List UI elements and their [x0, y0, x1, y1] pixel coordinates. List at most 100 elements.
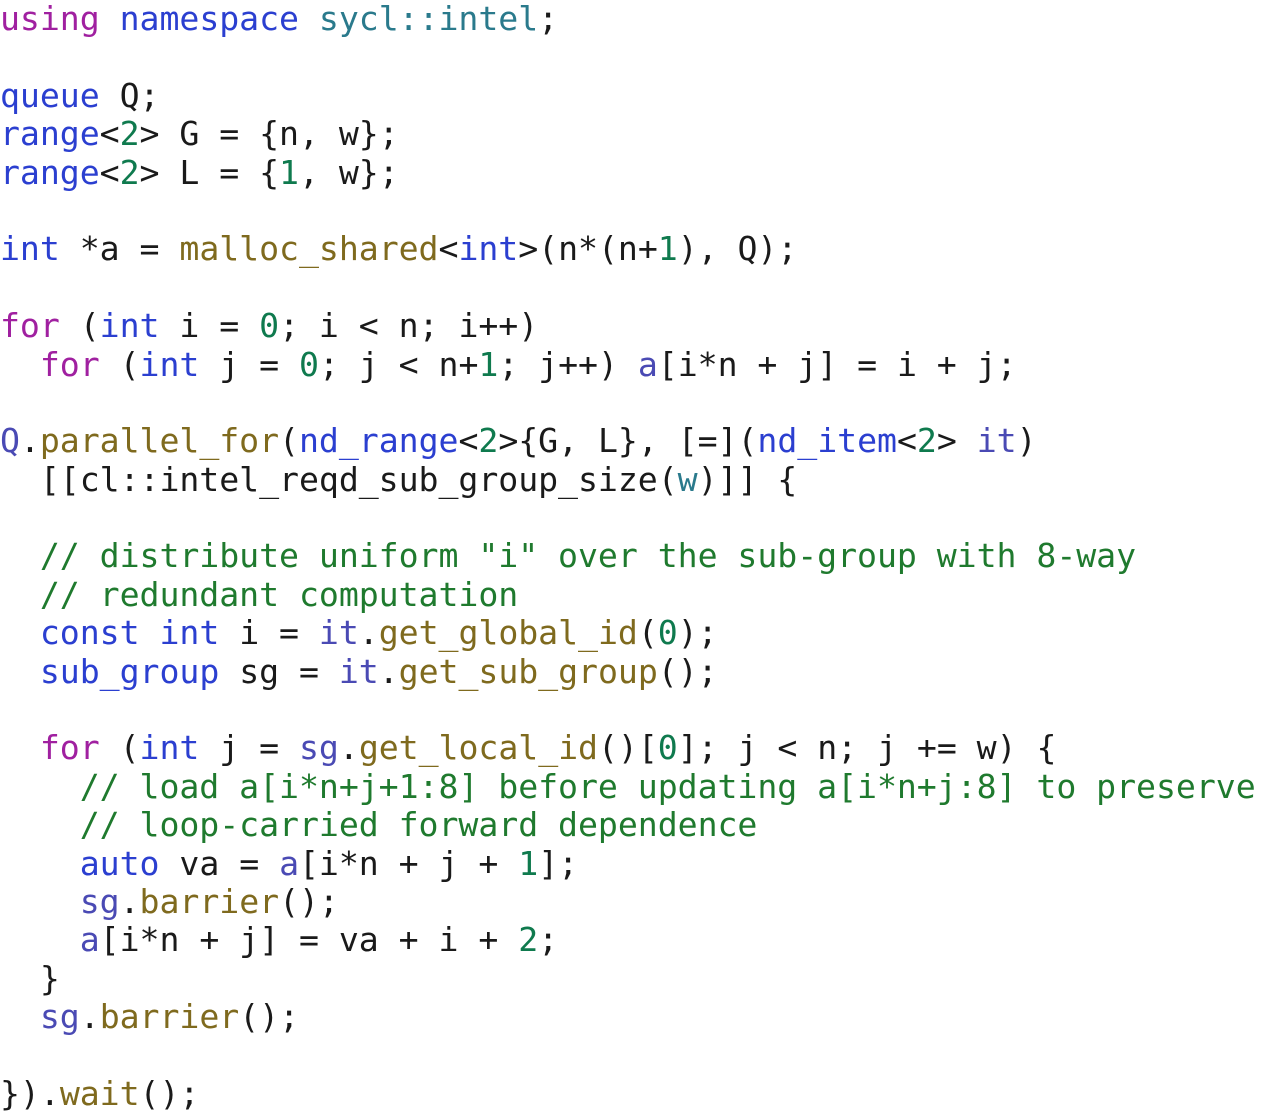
code-token-num: 0 — [657, 728, 678, 768]
code-token-plain: < — [99, 114, 120, 154]
code-body: using namespace sycl::intel; queue Q;ran… — [0, 0, 1263, 1113]
code-token-type: int — [139, 728, 200, 768]
code-token-comment: // distribute uniform "i" over the sub-g… — [0, 536, 1137, 576]
code-token-type: range — [0, 152, 100, 192]
code-token-var: it — [338, 651, 379, 691]
code-token-type: int — [0, 229, 60, 269]
code-token-kw: for — [39, 344, 100, 384]
code-token-plain: . — [338, 728, 359, 768]
code-token-ns: sycl::intel — [318, 0, 539, 38]
code-token-plain: ( — [59, 306, 100, 346]
code-line: queue Q; — [0, 75, 1263, 115]
code-token-plain: ( — [99, 728, 140, 768]
code-token-plain: [i*n + j] = va + i + — [99, 920, 519, 960]
code-token-plain: (); — [657, 651, 718, 691]
code-token-fn: get_sub_group — [398, 651, 658, 691]
code-token-comment: // redundant computation — [0, 574, 519, 614]
code-token-plain: ) — [1016, 421, 1037, 461]
code-token-var: a — [79, 920, 100, 960]
code-token-var: sg — [79, 881, 120, 921]
code-token-num: 2 — [916, 421, 937, 461]
code-token-num: 1 — [518, 843, 539, 883]
code-token-plain: i = — [159, 306, 260, 346]
code-line: } — [0, 958, 1263, 998]
code-token-plain: < — [458, 421, 479, 461]
code-token-var: Q — [0, 421, 20, 461]
code-token-plain: . — [19, 421, 40, 461]
code-token-num: 2 — [119, 152, 140, 192]
code-token-type: int — [99, 306, 160, 346]
code-token-plain: [[cl::intel_reqd_sub_group_size( — [0, 459, 678, 499]
code-line: a[i*n + j] = va + i + 2; — [0, 921, 1263, 959]
code-token-plain: [i*n + j + — [299, 843, 519, 883]
code-token-num: 2 — [478, 421, 499, 461]
code-token-plain: . — [119, 881, 140, 921]
code-token-plain: < — [438, 229, 459, 269]
code-token-type: nd_range — [298, 421, 459, 461]
code-token-plain: ; j < n+ — [318, 344, 479, 384]
code-token-plain: }) — [0, 1073, 40, 1113]
code-token-plain: . — [39, 1073, 60, 1113]
code-token-comment: // load a[i*n+j+1:8] before updating a[i… — [0, 766, 1256, 806]
code-line: for (int j = sg.get_local_id()[0]; j < n… — [0, 729, 1263, 767]
code-token-plain: . — [358, 613, 379, 653]
code-line: // load a[i*n+j+1:8] before updating a[i… — [0, 766, 1263, 806]
code-token-ns: w — [677, 459, 698, 499]
code-line: range<2> L = {1, w}; — [0, 152, 1263, 192]
code-token-plain: . — [378, 651, 399, 691]
code-token-num: 2 — [119, 114, 140, 154]
code-token-plain: [i*n + j] = i + j; — [657, 344, 1017, 384]
code-token-plain: Q; — [99, 75, 160, 115]
code-token-plain: (); — [279, 881, 339, 921]
code-line: }).wait(); — [0, 1073, 1263, 1113]
code-token-plain: >{G, L}, [=]( — [498, 421, 758, 461]
code-token-comment: // loop-carried forward dependence — [0, 805, 758, 845]
code-token-num: 1 — [279, 152, 299, 192]
code-line: using namespace sycl::intel; — [0, 0, 1263, 38]
code-token-num: 0 — [657, 613, 678, 653]
code-token-var: it — [976, 421, 1017, 461]
code-line: const int i = it.get_global_id(0); — [0, 614, 1263, 652]
code-token-type: int — [458, 229, 519, 269]
code-token-plain: ]; j < n; j += w) { — [677, 728, 1057, 768]
code-token-fn: wait — [59, 1073, 140, 1113]
code-token-plain: < — [99, 152, 120, 192]
code-token-plain: . — [79, 997, 100, 1037]
code-token-plain: i = — [219, 613, 319, 653]
code-token-plain: )]] { — [697, 459, 798, 499]
code-token-fn: malloc_shared — [179, 229, 439, 269]
code-token-plain: ; j++) — [498, 344, 638, 384]
code-token-plain: (); — [139, 1073, 200, 1113]
code-token-plain: ; i < n; i++) — [279, 306, 539, 346]
code-token-plain: > L = { — [139, 152, 280, 192]
code-token-num: 1 — [478, 344, 499, 384]
code-token-plain: } — [0, 958, 60, 998]
code-line: for (int j = 0; j < n+1; j++) a[i*n + j]… — [0, 344, 1263, 384]
code-token-fn: get_global_id — [378, 613, 638, 653]
code-token-plain: >(n*(n+ — [518, 229, 658, 269]
code-line: Q.parallel_for(nd_range<2>{G, L}, [=](nd… — [0, 422, 1263, 460]
code-token-type: auto — [79, 843, 160, 883]
code-token-plain: > G = {n, w}; — [139, 114, 399, 154]
code-token-plain: *a = — [59, 229, 180, 269]
code-token-type: namespace — [119, 0, 299, 38]
code-token-type: queue — [0, 75, 100, 115]
code-token-plain: > — [936, 421, 977, 461]
code-token-num: 0 — [259, 306, 280, 346]
code-line: // redundant computation — [0, 574, 1263, 614]
code-token-plain: ), Q); — [677, 229, 798, 269]
code-line: auto va = a[i*n + j + 1]; — [0, 843, 1263, 883]
code-line: sub_group sg = it.get_sub_group(); — [0, 651, 1263, 691]
